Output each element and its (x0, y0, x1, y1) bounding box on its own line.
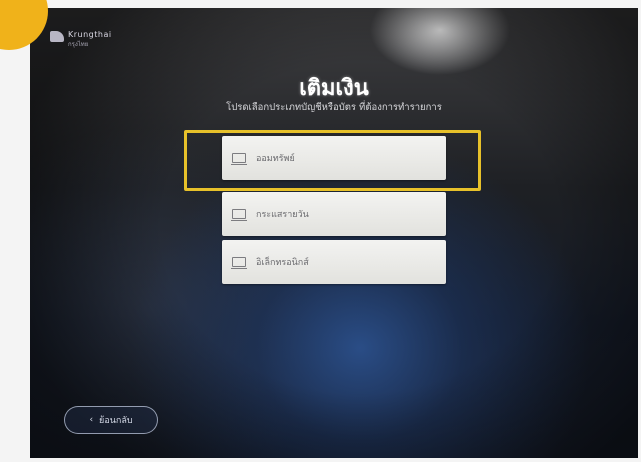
card-icon (231, 153, 247, 165)
back-button-label: ย้อนกลับ (99, 416, 133, 426)
back-button[interactable]: ‹ ย้อนกลับ (64, 406, 158, 434)
atm-screen: Krungthai กรุงไทย เติมเงิน โปรดเลือกประเ… (30, 8, 638, 458)
bank-logo-icon (50, 31, 64, 42)
page-subtitle: โปรดเลือกประเภทบัญชีหรือบัตร ที่ต้องการท… (226, 102, 442, 113)
card-icon (231, 257, 247, 269)
bank-name: Krungthai (68, 30, 112, 39)
account-option-savings[interactable]: ออมทรัพย์ (222, 136, 446, 180)
bank-name-sub: กรุงไทย (68, 41, 89, 48)
account-option-current[interactable]: กระแสรายวัน (222, 192, 446, 236)
chevron-left-icon: ‹ (89, 415, 94, 425)
card-icon (231, 209, 247, 221)
account-option-label: อิเล็กทรอนิกส์ (256, 258, 309, 268)
account-option-label: ออมทรัพย์ (256, 154, 295, 164)
bank-logo: Krungthai กรุงไทย (50, 30, 112, 49)
account-option-electronic[interactable]: อิเล็กทรอนิกส์ (222, 240, 446, 284)
account-option-label: กระแสรายวัน (256, 210, 309, 220)
